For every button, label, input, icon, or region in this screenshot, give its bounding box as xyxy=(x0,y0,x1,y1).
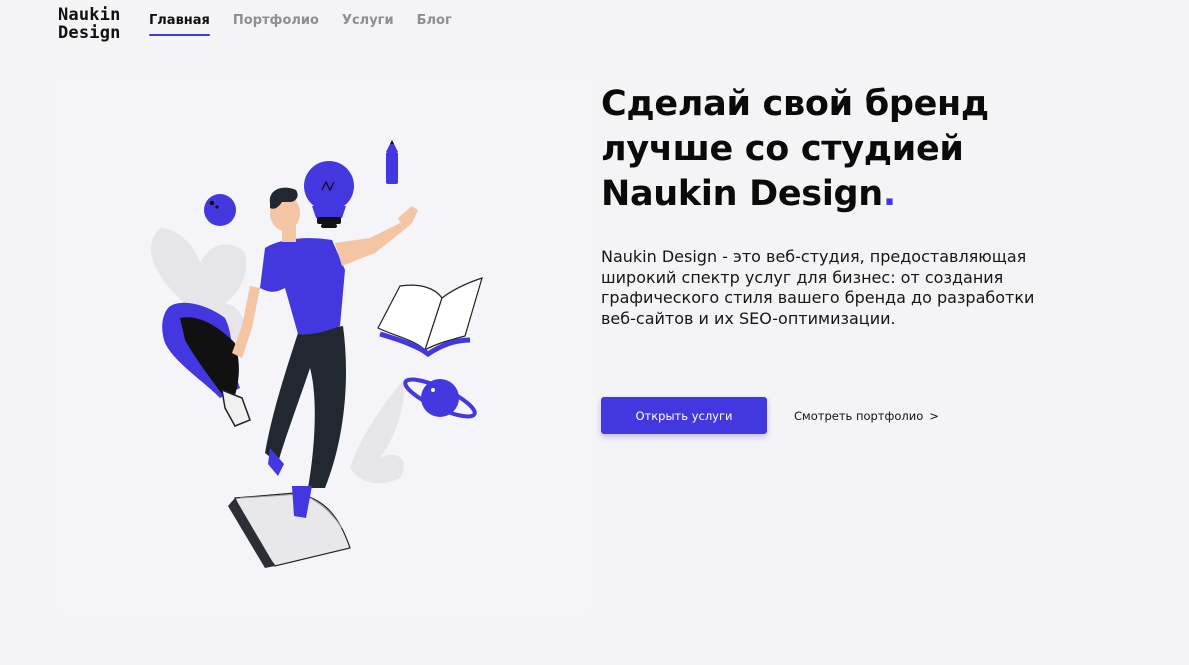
lightbulb-icon xyxy=(304,161,354,228)
view-portfolio-link[interactable]: Смотреть портфолио > xyxy=(794,409,939,423)
hero-description: Naukin Design - это веб-студия, предоста… xyxy=(601,247,1035,328)
open-book-icon xyxy=(377,277,483,358)
hero-title-line-3: Naukin Design xyxy=(601,174,883,214)
open-services-button[interactable]: Открыть услуги xyxy=(601,397,767,434)
nav-item-blog[interactable]: Блог xyxy=(417,13,452,34)
logo-line-2: Design xyxy=(58,23,121,43)
nav-item-portfolio[interactable]: Портфолио xyxy=(233,13,319,34)
logo-line-1: Naukin xyxy=(58,5,121,25)
hero-title-line-2: лучше со студией xyxy=(601,129,964,169)
notebook-icon xyxy=(228,492,351,568)
planet-icon xyxy=(403,377,477,419)
bowling-ball-icon xyxy=(204,194,236,226)
site-logo[interactable]: Naukin Design xyxy=(58,6,121,42)
hero-title-dot: . xyxy=(882,174,896,214)
pencil-icon xyxy=(386,140,398,184)
hero-title-line-1: Сделай свой бренд xyxy=(601,84,989,124)
nav-item-services[interactable]: Услуги xyxy=(342,13,394,34)
leaf-right-icon xyxy=(350,378,405,484)
view-portfolio-label: Смотреть портфолио xyxy=(794,409,924,423)
floating-man-illustration xyxy=(151,140,483,568)
hero-title: Сделай свой бренд лучше со студией Nauki… xyxy=(601,82,1101,217)
main-nav: Главная Портфолио Услуги Блог xyxy=(149,13,475,36)
chevron-right-icon: > xyxy=(929,409,939,423)
nav-item-home[interactable]: Главная xyxy=(149,13,210,36)
hero-illustration xyxy=(60,78,588,611)
